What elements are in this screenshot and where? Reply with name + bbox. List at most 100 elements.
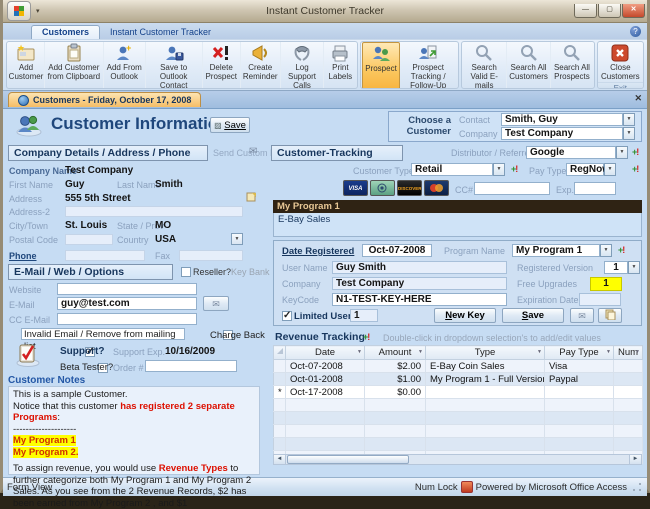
- order-input[interactable]: [145, 360, 237, 372]
- cc-email-input[interactable]: [57, 313, 197, 325]
- limited-users-value[interactable]: 1: [350, 309, 378, 322]
- help-icon[interactable]: ?: [630, 26, 641, 37]
- cell-num[interactable]: [614, 373, 643, 386]
- cell-type[interactable]: [426, 386, 545, 399]
- delete-prospect-button[interactable]: Delete Prospect: [203, 42, 241, 89]
- column-dropdown-icon[interactable]: ▼: [418, 349, 423, 355]
- edit-list-icon[interactable]: +!: [618, 245, 624, 255]
- map-note-icon[interactable]: [246, 191, 257, 205]
- version-dropdown-icon[interactable]: ▼: [628, 261, 640, 274]
- cell-num[interactable]: [614, 360, 643, 373]
- cell-paytype[interactable]: Paypal: [545, 373, 614, 386]
- prospect-button[interactable]: Prospect: [362, 42, 400, 89]
- record-selector[interactable]: [274, 360, 286, 373]
- column-header-type[interactable]: Type▼: [426, 346, 545, 360]
- cell-date[interactable]: Oct-01-2008: [286, 373, 365, 386]
- distributor-combo[interactable]: Google: [526, 146, 616, 159]
- column-header-num[interactable]: Num▼: [614, 346, 643, 360]
- cell-paytype[interactable]: Visa: [545, 360, 614, 373]
- select-all-cell[interactable]: [274, 346, 286, 360]
- phone-value[interactable]: [65, 250, 145, 261]
- minimize-button[interactable]: —: [574, 4, 597, 18]
- reseller-checkbox[interactable]: [181, 267, 191, 277]
- scroll-left-icon[interactable]: ◄: [274, 455, 286, 464]
- cell-type[interactable]: E-Bay Coin Sales: [426, 360, 545, 373]
- company-combo[interactable]: Test Company: [501, 127, 623, 140]
- document-tab-customers[interactable]: Customers - Friday, October 17, 2008: [8, 92, 201, 107]
- expiration-date-input[interactable]: [579, 293, 621, 306]
- program-list-item[interactable]: E-Bay Sales: [273, 213, 642, 237]
- new-record-icon[interactable]: *: [274, 386, 286, 399]
- distributor-dropdown-icon[interactable]: ▼: [616, 146, 628, 159]
- program-company-input[interactable]: Test Company: [332, 277, 507, 290]
- program-name-dropdown-icon[interactable]: ▼: [600, 244, 612, 257]
- date-registered-input[interactable]: Oct-07-2008: [362, 244, 432, 257]
- scrollbar-thumb[interactable]: [287, 455, 409, 464]
- print-labels-button[interactable]: Print Labels: [324, 42, 356, 89]
- email-key-button[interactable]: ✉: [570, 308, 594, 323]
- record-selector[interactable]: [274, 373, 286, 386]
- limited-users-checkbox[interactable]: [282, 311, 292, 321]
- pay-type-combo[interactable]: RegNow: [566, 163, 604, 176]
- contact-combo[interactable]: Smith, Guy: [501, 113, 623, 126]
- column-header-amount[interactable]: Amount▼: [365, 346, 426, 360]
- close-button[interactable]: ✕: [622, 4, 645, 18]
- column-dropdown-icon[interactable]: ▼: [606, 349, 611, 355]
- scroll-right-icon[interactable]: ►: [629, 455, 641, 464]
- add-customer-from-clipboard-button[interactable]: Add Customer from Clipboard: [45, 42, 104, 89]
- create-reminder-button[interactable]: Create Reminder: [241, 42, 281, 89]
- column-dropdown-icon[interactable]: ▼: [635, 349, 640, 355]
- resize-grip[interactable]: [631, 481, 643, 493]
- last-name-value[interactable]: Smith: [155, 179, 183, 190]
- cell-amount[interactable]: $0.00: [365, 386, 426, 399]
- country-value[interactable]: USA: [155, 234, 176, 245]
- cell-num[interactable]: [614, 386, 643, 399]
- horizontal-scrollbar[interactable]: ◄ ►: [273, 454, 642, 465]
- first-name-value[interactable]: Guy: [65, 179, 84, 190]
- maximize-button[interactable]: ▢: [598, 4, 621, 18]
- company-name-value[interactable]: Test Company: [65, 165, 133, 176]
- country-dropdown-icon[interactable]: ▼: [231, 233, 243, 245]
- cell-amount[interactable]: $1.00: [365, 373, 426, 386]
- add-customer-button[interactable]: ★ Add Customer: [8, 42, 45, 89]
- cell-amount[interactable]: $2.00: [365, 360, 426, 373]
- column-dropdown-icon[interactable]: ▼: [357, 349, 362, 355]
- free-upgrades-value[interactable]: 1: [590, 277, 622, 291]
- cell-paytype[interactable]: [545, 386, 614, 399]
- cc-exp-input[interactable]: [574, 182, 616, 195]
- email-input[interactable]: guy@test.com: [57, 297, 197, 310]
- copy-key-button[interactable]: [598, 308, 622, 323]
- column-header-date[interactable]: Date▼: [286, 346, 365, 360]
- cell-date[interactable]: Oct-17-2008: [286, 386, 365, 399]
- support-exp-value[interactable]: 10/16/2009: [165, 346, 215, 357]
- prospect-tracking-button[interactable]: Prospect Tracking / Follow-Up: [400, 42, 457, 89]
- postal-value[interactable]: [65, 234, 113, 245]
- company-dropdown-icon[interactable]: ▼: [623, 127, 635, 140]
- add-from-outlook-button[interactable]: + Add From Outlook: [104, 42, 146, 89]
- send-email-button[interactable]: ✉: [203, 296, 229, 311]
- date-registered-label[interactable]: Date Registered: [282, 246, 354, 257]
- edit-list-icon[interactable]: +!: [632, 147, 638, 157]
- program-save-button[interactable]: Save: [502, 308, 564, 323]
- new-key-button[interactable]: NNew Keyew Key: [434, 308, 496, 323]
- cc-number-input[interactable]: [474, 182, 550, 195]
- website-input[interactable]: [57, 283, 197, 295]
- user-name-input[interactable]: Guy Smith: [332, 261, 507, 274]
- customer-notes[interactable]: This is a sample Customer. Notice that t…: [8, 386, 260, 475]
- search-all-prospects-button[interactable]: Search All Prospects: [551, 42, 592, 89]
- edit-list-icon[interactable]: +!: [363, 332, 369, 342]
- contact-dropdown-icon[interactable]: ▼: [623, 113, 635, 126]
- keycode-input[interactable]: N1-TEST-KEY-HERE: [332, 293, 507, 306]
- log-support-calls-button[interactable]: Log Support Calls: [281, 42, 325, 89]
- search-valid-emails-button[interactable]: Search Valid E-mails: [463, 42, 507, 89]
- customer-type-dropdown-icon[interactable]: ▼: [493, 163, 505, 176]
- column-dropdown-icon[interactable]: ▼: [537, 349, 542, 355]
- program-list-selected[interactable]: My Program 1: [273, 200, 642, 213]
- edit-list-icon[interactable]: +!: [632, 164, 638, 174]
- customer-type-combo[interactable]: Retail: [411, 163, 493, 176]
- registered-version-combo[interactable]: 1: [604, 261, 628, 274]
- address-value[interactable]: 555 5th Street: [65, 193, 131, 204]
- document-close-icon[interactable]: ✕: [634, 93, 642, 104]
- address2-value[interactable]: [65, 206, 243, 217]
- state-value[interactable]: MO: [155, 220, 171, 231]
